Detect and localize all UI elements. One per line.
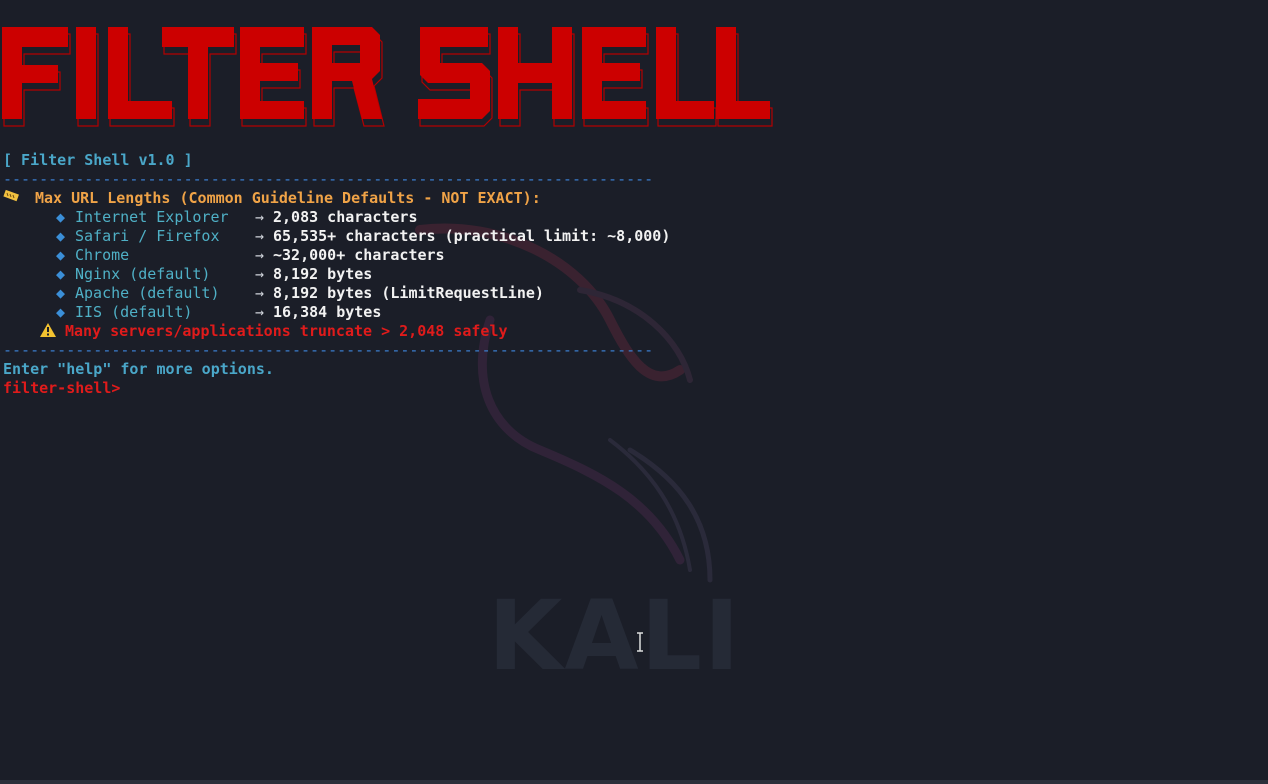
arrow-icon: → [255, 284, 265, 302]
item-label: IIS (default) [75, 303, 193, 321]
list-item: ◆ Safari / Firefox → 65,535+ characters … [3, 227, 670, 246]
list-item: ◆ Nginx (default) → 8,192 bytes [3, 265, 670, 284]
bottom-edge [0, 780, 1268, 784]
bullet-icon: ◆ [55, 208, 65, 226]
divider-bottom: ----------------------------------------… [3, 341, 654, 359]
filter-shell-banner [2, 27, 773, 127]
section-heading: Max URL Lengths (Common Guideline Defaul… [3, 189, 670, 208]
ruler-icon [3, 189, 35, 208]
item-label: Safari / Firefox [75, 227, 220, 245]
item-value: 8,192 bytes (LimitRequestLine) [273, 284, 544, 302]
arrow-icon: → [255, 246, 265, 264]
list-item: ◆ Apache (default) → 8,192 bytes (LimitR… [3, 284, 670, 303]
item-value: ~32,000+ characters [273, 246, 445, 264]
version-header: [ Filter Shell v1.0 ] [3, 151, 193, 169]
arrow-icon: → [255, 265, 265, 283]
item-value: 8,192 bytes [273, 265, 373, 283]
text-cursor-icon [637, 632, 643, 652]
terminal-window[interactable]: KALI [Filter Shell v1.0] -------------… [0, 0, 1268, 784]
item-value: 16,384 bytes [273, 303, 382, 321]
item-label: Apache (default) [75, 284, 220, 302]
item-value: 2,083 characters [273, 208, 418, 226]
warning-text: Many servers/applications truncate > 2,0… [65, 322, 508, 340]
bullet-icon: ◆ [55, 284, 65, 302]
section-title: Max URL Lengths (Common Guideline Defaul… [35, 189, 541, 207]
bullet-icon: ◆ [55, 303, 65, 321]
bullet-icon: ◆ [55, 246, 65, 264]
item-label: Nginx (default) [75, 265, 211, 283]
list-item: ◆ IIS (default) → 16,384 bytes [3, 303, 670, 322]
help-hint: Enter "help" for more options. [3, 360, 274, 378]
kali-watermark-text: KALI [488, 580, 742, 692]
list-item: ◆ Internet Explorer → 2,083 characters [3, 208, 670, 227]
warning-line: Many servers/applications truncate > 2,0… [3, 322, 670, 341]
warning-icon [39, 322, 65, 341]
bullet-icon: ◆ [55, 227, 65, 245]
arrow-icon: → [255, 208, 265, 226]
item-label: Chrome [75, 246, 130, 264]
divider-top: ----------------------------------------… [3, 170, 654, 188]
arrow-icon: → [255, 227, 265, 245]
bullet-icon: ◆ [55, 265, 65, 283]
shell-prompt[interactable]: filter-shell> [3, 379, 670, 398]
arrow-icon: → [255, 303, 265, 321]
shell-output: [ Filter Shell v1.0 ] ------------------… [3, 151, 670, 398]
list-item: ◆ Chrome → ~32,000+ characters [3, 246, 670, 265]
item-value: 65,535+ characters (practical limit: ~8,… [273, 227, 671, 245]
item-label: Internet Explorer [75, 208, 229, 226]
